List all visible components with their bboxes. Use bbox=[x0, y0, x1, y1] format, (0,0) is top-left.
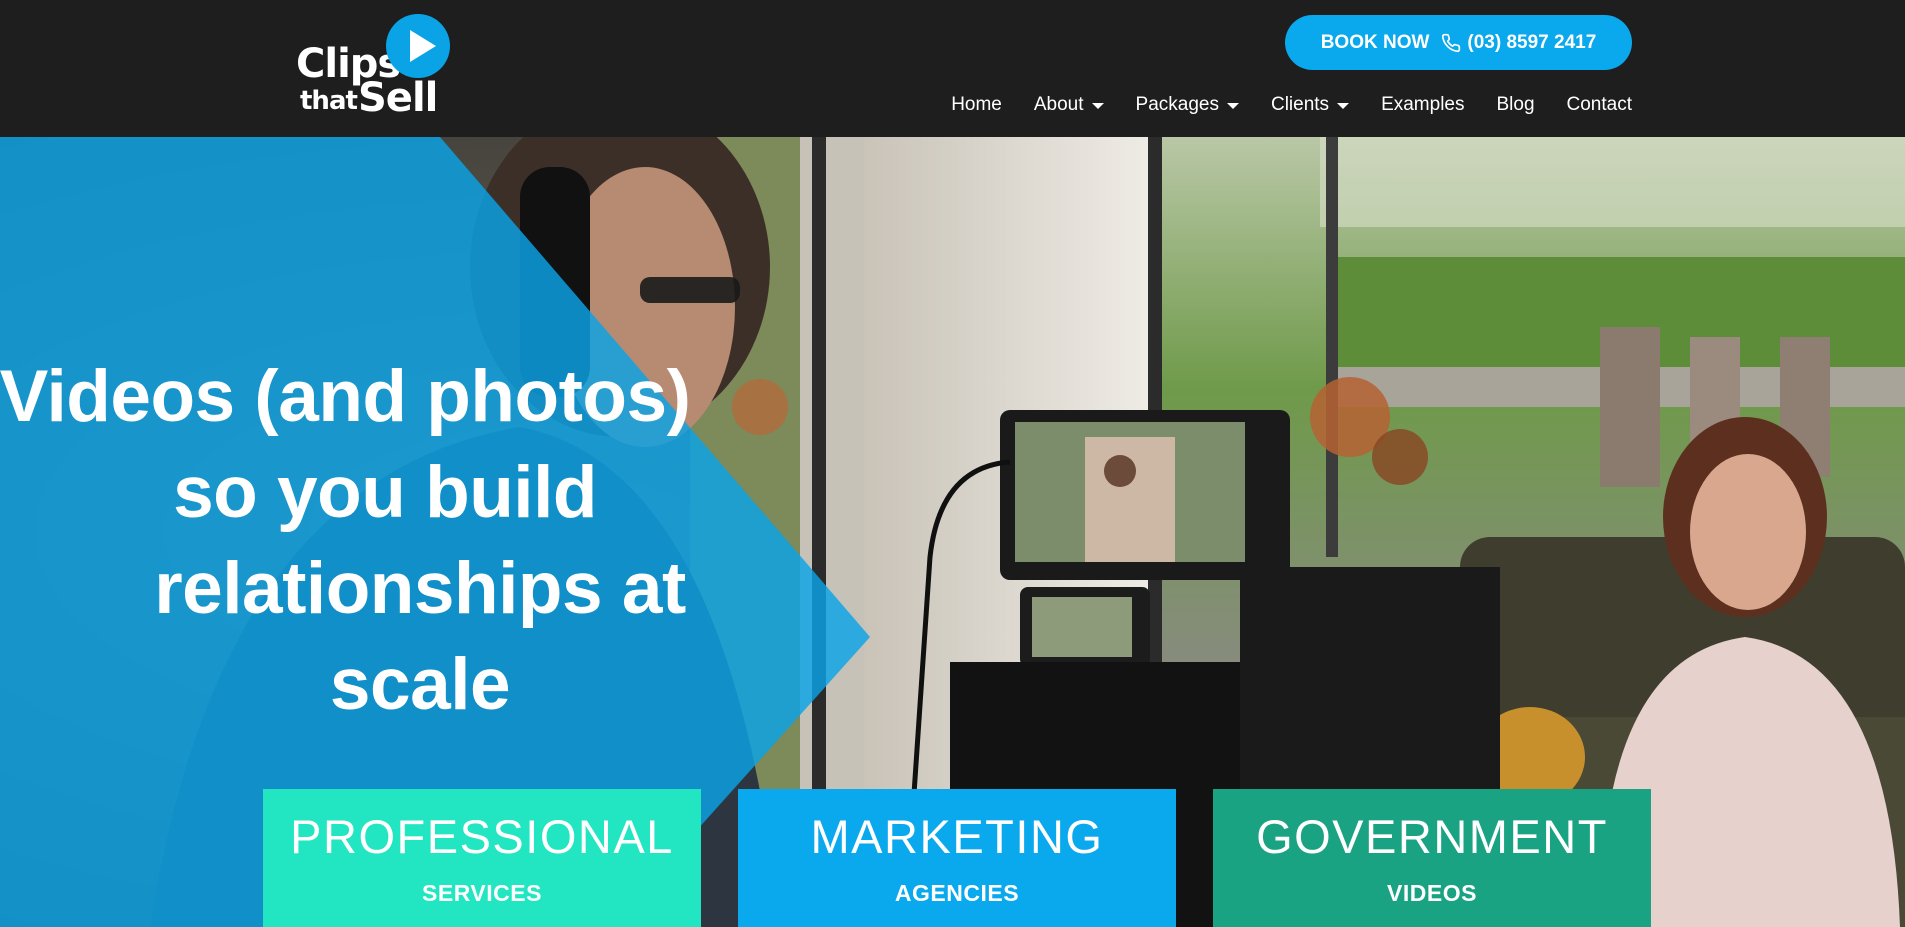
card-subtitle: AGENCIES bbox=[894, 880, 1020, 906]
caret-down-icon bbox=[1091, 103, 1104, 109]
nav-item-blog[interactable]: Blog bbox=[1496, 94, 1534, 116]
card-title: GOVERNMENT bbox=[1256, 810, 1608, 863]
headline-line: relationships at bbox=[154, 548, 686, 629]
card-subtitle: VIDEOS bbox=[1387, 880, 1477, 906]
book-now-label: BOOK NOW bbox=[1320, 31, 1430, 53]
nav-item-contact[interactable]: Contact bbox=[1567, 94, 1632, 116]
nav-label: Contact bbox=[1566, 94, 1632, 115]
book-now-button[interactable]: BOOK NOW (03) 8597 2417 bbox=[1285, 15, 1632, 70]
nav-label: Packages bbox=[1135, 94, 1219, 115]
audience-cards: PROFESSIONAL SERVICES MARKETING AGENCIES… bbox=[0, 789, 1905, 927]
headline-line: Videos (and photos) bbox=[0, 356, 691, 437]
nav-label: Blog bbox=[1496, 94, 1535, 115]
caret-down-icon bbox=[1337, 103, 1350, 109]
card-title: MARKETING bbox=[810, 810, 1104, 863]
phone-number: (03) 8597 2417 bbox=[1467, 31, 1597, 53]
play-icon bbox=[386, 14, 450, 78]
card-marketing-agencies[interactable]: MARKETING AGENCIES bbox=[738, 789, 1176, 927]
nav-label: Home bbox=[951, 94, 1002, 115]
nav-item-examples[interactable]: Examples bbox=[1381, 94, 1464, 116]
logo-word-that: that bbox=[300, 86, 358, 116]
clips-that-sell-logo[interactable]: Clips that Sell bbox=[296, 14, 456, 119]
hero-headline: Videos (and photos) so you build relatio… bbox=[0, 349, 840, 733]
nav-item-clients[interactable]: Clients bbox=[1270, 94, 1350, 116]
hero-section: Videos (and photos) so you build relatio… bbox=[0, 137, 1905, 927]
nav-label: Clients bbox=[1270, 94, 1330, 115]
nav-item-about[interactable]: About bbox=[1034, 94, 1104, 116]
headline-line: so you build bbox=[173, 452, 597, 533]
logo-word-sell: Sell bbox=[358, 75, 438, 121]
nav-label: Examples bbox=[1381, 94, 1465, 115]
phone-icon bbox=[1441, 33, 1461, 53]
site-header: Clips that Sell BOOK NOW (03) 8597 2417 … bbox=[0, 0, 1905, 137]
card-government-videos[interactable]: GOVERNMENT VIDEOS bbox=[1213, 789, 1651, 927]
headline-line: scale bbox=[329, 644, 511, 725]
card-subtitle: SERVICES bbox=[422, 880, 542, 906]
nav-item-home[interactable]: Home bbox=[951, 94, 1002, 116]
main-nav: Home About Packages Clients Examples Blo… bbox=[951, 88, 1632, 122]
card-title: PROFESSIONAL bbox=[290, 810, 674, 863]
caret-down-icon bbox=[1226, 103, 1239, 109]
nav-label: About bbox=[1033, 94, 1084, 115]
card-professional-services[interactable]: PROFESSIONAL SERVICES bbox=[263, 789, 701, 927]
nav-item-packages[interactable]: Packages bbox=[1136, 94, 1239, 116]
